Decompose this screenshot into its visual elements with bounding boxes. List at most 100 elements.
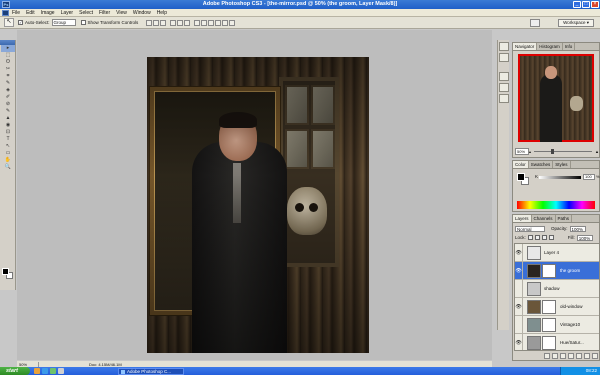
layer-mask-thumbnail[interactable]	[542, 317, 556, 332]
align-left-icon[interactable]	[170, 19, 177, 26]
layer-thumbnail[interactable]	[527, 245, 541, 260]
layer-row[interactable]: 👁 Layer 4	[515, 244, 599, 262]
shape-tool-button[interactable]: ▭	[1, 150, 15, 157]
k-channel-slider[interactable]	[539, 176, 581, 179]
tab-color[interactable]: Color	[513, 161, 529, 168]
zoom-slider-knob[interactable]	[551, 148, 555, 154]
k-channel-value[interactable]: 100	[583, 174, 595, 180]
menu-file[interactable]: File	[12, 10, 20, 16]
bridge-icon[interactable]	[530, 19, 540, 27]
actions-panel-icon[interactable]	[499, 53, 509, 62]
layers-list[interactable]: 👁 Layer 4 👁 the groom shadow 👁 old-window Vinta…	[514, 243, 600, 351]
tab-paths[interactable]: Paths	[556, 215, 573, 222]
lock-position-icon[interactable]	[541, 235, 547, 240]
tab-navigator[interactable]: Navigator	[513, 43, 538, 50]
distribute-hcenter-icon[interactable]	[222, 19, 229, 26]
tab-info[interactable]: Info	[563, 43, 576, 50]
distribute-left-icon[interactable]	[215, 19, 222, 26]
menu-select[interactable]: Select	[79, 10, 93, 16]
move-tool-button[interactable]: ▸	[1, 45, 15, 52]
gradient-tool-button[interactable]: ⊡	[1, 129, 15, 136]
tab-styles[interactable]: Styles	[553, 161, 571, 168]
brush-tool-button[interactable]: ◈	[1, 87, 15, 94]
menu-layer[interactable]: Layer	[61, 10, 74, 16]
align-vcenter-icon[interactable]	[153, 19, 160, 26]
layer-row[interactable]: 👁 old-window	[515, 297, 599, 316]
healing-tool-button[interactable]: ✎	[1, 80, 15, 87]
fill-input[interactable]: 100%	[576, 234, 593, 241]
menu-filter[interactable]: Filter	[99, 10, 110, 16]
layer-thumbnail[interactable]	[527, 299, 541, 314]
app-menu-icon[interactable]	[2, 10, 9, 16]
quicklaunch-media-icon[interactable]	[50, 368, 56, 374]
zoom-tool-button[interactable]: 🔍	[1, 164, 15, 171]
visibility-eye-icon[interactable]	[515, 279, 523, 298]
history-brush-tool-button[interactable]: ✎	[1, 108, 15, 115]
menu-view[interactable]: View	[116, 10, 127, 16]
lasso-tool-button[interactable]: ʘ	[1, 59, 15, 66]
taskbar-clock[interactable]: 08:22	[586, 368, 597, 373]
visibility-eye-icon[interactable]: 👁	[515, 297, 523, 316]
align-right-icon[interactable]	[184, 19, 191, 26]
quicklaunch-desktop-icon[interactable]	[58, 368, 64, 374]
align-hcenter-icon[interactable]	[177, 19, 184, 26]
color-fg-swatch[interactable]	[517, 173, 525, 181]
lock-pixels-icon[interactable]	[534, 235, 540, 240]
path-select-tool-button[interactable]: ↖	[1, 143, 15, 150]
workspace-menu-button[interactable]: Workspace ▾	[558, 19, 594, 27]
canvas-area[interactable]	[17, 30, 492, 360]
quicklaunch-browser-icon[interactable]	[42, 368, 48, 374]
dodge-tool-button[interactable]: ◉	[1, 122, 15, 129]
layer-row[interactable]: Vintage10	[515, 315, 599, 334]
brushes-panel-icon[interactable]	[499, 72, 509, 81]
menu-edit[interactable]: Edit	[26, 10, 35, 16]
blur-tool-button[interactable]: ▲	[1, 115, 15, 122]
tab-channels[interactable]: Channels	[532, 215, 556, 222]
distribute-bottom-icon[interactable]	[208, 19, 215, 26]
hand-tool-button[interactable]: ✋	[1, 157, 15, 164]
link-layers-icon[interactable]	[544, 353, 550, 359]
foreground-color-swatch[interactable]	[2, 268, 9, 275]
tab-layers[interactable]: Layers	[513, 215, 532, 222]
move-tool-icon[interactable]: ↖	[4, 18, 14, 27]
visibility-eye-icon[interactable]	[515, 315, 523, 334]
blend-mode-dropdown[interactable]: Normal	[515, 225, 545, 232]
layer-thumbnail[interactable]	[527, 263, 541, 278]
color-ramp[interactable]	[517, 201, 595, 209]
distribute-right-icon[interactable]	[229, 19, 236, 26]
delete-layer-icon[interactable]	[592, 353, 598, 359]
zoom-in-icon[interactable]: ▲	[595, 149, 599, 154]
maximize-button[interactable]: □	[582, 1, 590, 8]
history-panel-icon[interactable]	[499, 42, 509, 51]
tab-swatches[interactable]: Swatches	[529, 161, 554, 168]
start-button[interactable]: start	[0, 367, 30, 375]
navigator-zoom-slider[interactable]	[534, 148, 593, 154]
layer-mask-thumbnail[interactable]	[542, 299, 556, 314]
navigator-zoom-input[interactable]: 50%	[515, 147, 529, 155]
menu-window[interactable]: Window	[133, 10, 151, 16]
layer-mask-thumbnail[interactable]	[542, 335, 556, 350]
eraser-tool-button[interactable]: ⊘	[1, 101, 15, 108]
layer-row[interactable]: 👁 Hue/Satur...	[515, 333, 599, 350]
layer-row[interactable]: shadow	[515, 279, 599, 298]
status-doc-size[interactable]: Doc: 4.15M/46.1M	[39, 362, 122, 367]
layer-thumbnail[interactable]	[527, 335, 541, 350]
minimize-button[interactable]: _	[573, 1, 581, 8]
menu-help[interactable]: Help	[157, 10, 167, 16]
distribute-top-icon[interactable]	[194, 19, 201, 26]
document-canvas[interactable]	[147, 57, 369, 353]
layer-row[interactable]: 👁 the groom	[515, 261, 599, 280]
navigator-preview[interactable]	[518, 54, 594, 142]
crop-tool-button[interactable]: ✂	[1, 66, 15, 73]
adjustment-layer-icon[interactable]	[568, 353, 574, 359]
auto-select-dropdown[interactable]: Group	[51, 19, 76, 26]
slice-tool-button[interactable]: ⌗	[1, 73, 15, 80]
layer-style-icon[interactable]	[552, 353, 558, 359]
tab-histogram[interactable]: Histogram	[537, 43, 563, 50]
marquee-tool-button[interactable]: ⬚	[1, 52, 15, 59]
new-layer-icon[interactable]	[584, 353, 590, 359]
menu-image[interactable]: Image	[41, 10, 55, 16]
auto-select-checkbox[interactable]: ✓	[18, 20, 23, 25]
tool-presets-panel-icon[interactable]	[499, 83, 509, 92]
layer-thumbnail[interactable]	[527, 317, 541, 332]
